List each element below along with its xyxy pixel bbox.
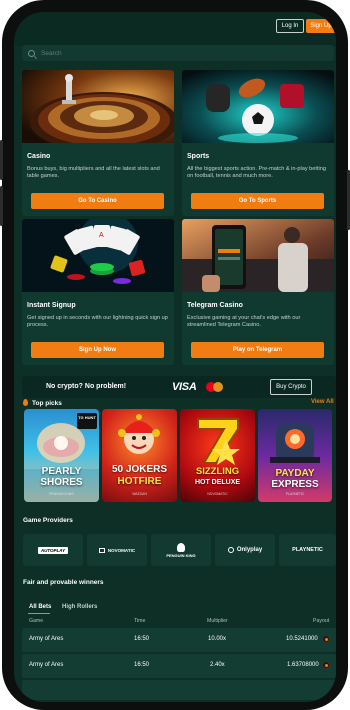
telegram-phone-image: [182, 219, 334, 292]
game-provider-label: PLAYNETIC: [285, 492, 305, 496]
search-input[interactable]: [41, 49, 321, 57]
signup-button[interactable]: Sign Up: [306, 19, 336, 33]
game-title-line1: SIZZLING: [195, 466, 240, 477]
provider-logo: PENGUIN KING: [166, 552, 196, 558]
provider-playnetic[interactable]: PLAYNETIC: [279, 534, 336, 566]
card-description: Get signed up in seconds with our lightn…: [27, 315, 168, 328]
row-time: 16:50: [134, 662, 150, 668]
currency-coin-icon: [322, 661, 330, 669]
game-title-line1: PAYDAY: [275, 468, 315, 479]
table-row: Army of Ares 16:50 10.00x 10.5241000: [22, 628, 336, 652]
casino-roulette-image: [22, 70, 174, 143]
sports-card: Sports All the biggest sports action. Pr…: [182, 70, 334, 216]
winners-heading: Fair and provable winners: [23, 579, 104, 586]
game-tile[interactable]: PAYDAY EXPRESS PLAYNETIC: [258, 409, 332, 502]
provider-logo: PLAYNETIC: [292, 547, 323, 553]
phone-volume-button: [0, 140, 3, 180]
game-title-line2: SHORES: [40, 477, 83, 488]
crypto-banner-text: No crypto? No problem!: [46, 383, 127, 390]
penguin-icon: [177, 542, 185, 552]
row-payout: 1.63708000: [287, 662, 319, 668]
table-row: Army of Ares 16:50 2.40x 1.63708000: [22, 654, 336, 678]
search-bar[interactable]: [22, 45, 334, 61]
fire-icon: [23, 399, 28, 406]
column-header-time: Time: [134, 618, 146, 624]
card-description: Exclusive gaming at your chat's edge wit…: [187, 315, 301, 328]
phone-frame: Log In Sign Up Search Casino Bonus buys,…: [2, 0, 348, 710]
column-header-game: Game: [29, 618, 44, 624]
login-button[interactable]: Log In: [276, 19, 304, 33]
card-description: All the biggest sports action. Pre-match…: [187, 166, 326, 179]
game-title-line2: EXPRESS: [271, 479, 319, 490]
telegram-casino-card: Telegram Casino Exclusive gaming at your…: [182, 219, 334, 365]
currency-coin-icon: [322, 635, 330, 643]
provider-logo: Onlyplay: [236, 547, 263, 553]
phone-volume-button: [0, 186, 3, 226]
card-title: Telegram Casino: [187, 302, 243, 309]
game-provider-label: NOVOMATIC: [207, 492, 228, 496]
novomatic-icon: [98, 547, 105, 553]
active-tab-indicator: [28, 613, 50, 614]
tab-high-rollers[interactable]: High Rollers: [62, 604, 97, 610]
provider-novomatic[interactable]: NOVOMATIC: [87, 534, 147, 566]
top-picks-heading: Top picks: [23, 399, 62, 407]
cards-and-dice-image: A: [22, 219, 174, 292]
column-header-payout: Payout: [313, 618, 330, 624]
top-bar: Log In Sign Up: [14, 12, 336, 46]
sports-equipment-image: [182, 70, 334, 143]
provider-logo: AUTOPLAY: [37, 546, 69, 554]
card-description: Bonus buys, big multipliers and all the …: [27, 166, 160, 179]
search-icon: [28, 49, 35, 57]
provider-autoplay[interactable]: AUTOPLAY: [23, 534, 83, 566]
row-multiplier: 10.00x: [208, 636, 227, 642]
go-to-sports-button[interactable]: Go To Sports: [191, 193, 324, 209]
row-time: 16:50: [134, 636, 150, 642]
row-game[interactable]: Army of Ares: [29, 662, 63, 668]
game-title-line2: HOTFIRE: [117, 476, 162, 487]
tg-hunt-badge: TG HUNT: [77, 413, 97, 429]
mastercard-icon: [206, 382, 224, 392]
provider-onlyplay[interactable]: Onlyplay: [215, 534, 275, 566]
casino-card: Casino Bonus buys, big multipliers and a…: [22, 70, 174, 216]
game-tile[interactable]: SIZZLING HOT DELUXE NOVOMATIC: [180, 409, 255, 502]
row-game[interactable]: Army of Ares: [29, 636, 63, 642]
column-header-multiplier: Multiplier: [207, 618, 228, 624]
game-tile[interactable]: 50 JOKERS HOTFIRE WAZDAN: [102, 409, 177, 502]
play-on-telegram-button[interactable]: Play on Telegram: [191, 342, 324, 358]
view-all-link[interactable]: View All: [311, 399, 334, 405]
svg-text:A: A: [99, 232, 104, 239]
game-title-line2: HOT DELUXE: [194, 479, 241, 486]
game-provider-label: WAZDAN: [132, 492, 147, 496]
sign-up-now-button[interactable]: Sign Up Now: [31, 342, 164, 358]
game-title-line1: PEARLY: [41, 466, 82, 477]
card-title: Instant Signup: [27, 302, 76, 309]
game-tile[interactable]: TG HUNT PEARLY SHORES PENGUIN KING: [24, 409, 99, 502]
top-picks-title: Top picks: [32, 400, 62, 407]
game-title-line1: 50 JOKERS: [111, 464, 168, 475]
visa-logo: VISA: [172, 381, 197, 393]
crypto-banner: No crypto? No problem! VISA Buy Crypto: [22, 376, 336, 398]
buy-crypto-button[interactable]: Buy Crypto: [270, 379, 312, 395]
card-title: Casino: [27, 153, 51, 160]
row-payout: 10.5241000: [286, 636, 318, 642]
card-title: Sports: [187, 153, 210, 160]
onlyplay-icon: [227, 547, 234, 553]
tab-all-bets[interactable]: All Bets: [29, 604, 51, 610]
instant-signup-card: A Instant Signup Get signed up in second…: [22, 219, 174, 365]
provider-logo: NOVOMATIC: [107, 547, 136, 553]
provider-penguin-king[interactable]: PENGUIN KING: [151, 534, 211, 566]
table-row: [22, 680, 336, 700]
app-screen: Log In Sign Up Search Casino Bonus buys,…: [14, 12, 336, 702]
go-to-casino-button[interactable]: Go To Casino: [31, 193, 164, 209]
game-providers-heading: Game Providers: [23, 517, 73, 524]
row-multiplier: 2.40x: [210, 662, 225, 668]
game-provider-label: PENGUIN KING: [49, 492, 74, 496]
